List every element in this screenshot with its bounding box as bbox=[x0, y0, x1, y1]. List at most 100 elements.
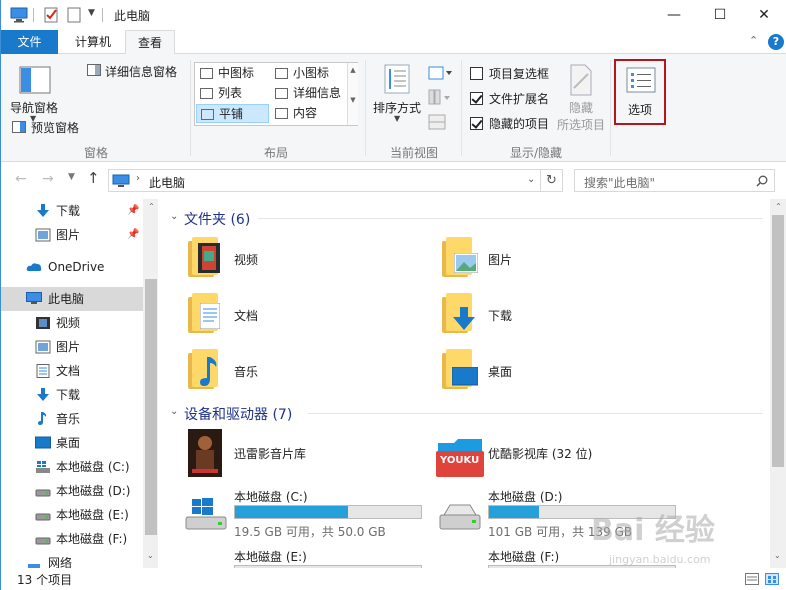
close-button[interactable]: ✕ bbox=[741, 0, 786, 30]
folder-icon bbox=[442, 293, 475, 333]
nav-item-label: 此电脑 bbox=[48, 292, 85, 306]
layout-medium-icons[interactable]: 中图标 bbox=[196, 64, 270, 83]
minimize-button[interactable]: — bbox=[651, 0, 697, 30]
baidu-jingyan-watermark: Bai 经验 jingyan.baidu.com bbox=[591, 505, 781, 575]
folders-section-header[interactable]: ⌄ 文件夹 (6) bbox=[170, 209, 250, 229]
nav-item-this-pc[interactable]: 此电脑 bbox=[1, 287, 143, 311]
properties-icon[interactable] bbox=[43, 6, 59, 24]
layout-gallery-scroll[interactable]: ▲ ▼ bbox=[347, 63, 358, 125]
group-by-icon[interactable] bbox=[428, 66, 454, 80]
nav-item-label: 下载 bbox=[56, 204, 81, 218]
group-label-layout: 布局 bbox=[263, 146, 288, 160]
nav-pane-scroll-thumb[interactable] bbox=[145, 279, 157, 535]
layout-tiles[interactable]: 平铺 bbox=[196, 104, 269, 123]
sort-by-icon[interactable] bbox=[382, 63, 412, 95]
video-film-icon bbox=[198, 243, 220, 273]
title-separator bbox=[102, 8, 103, 22]
item-checkboxes-checkbox[interactable] bbox=[470, 67, 483, 80]
address-bar[interactable]: › 此电脑 ⌄ bbox=[108, 169, 541, 192]
download-arrow-icon bbox=[37, 204, 49, 217]
nav-item-downloads[interactable]: 下载 bbox=[1, 383, 143, 407]
drive-name: 本地磁盘 (F:) bbox=[488, 550, 560, 564]
documents-icon bbox=[36, 364, 50, 378]
tab-view[interactable]: 查看 bbox=[125, 30, 175, 55]
nav-item-videos[interactable]: 视频 bbox=[1, 311, 143, 335]
breadcrumb-chevron-icon[interactable]: › bbox=[136, 173, 140, 184]
qat-separator bbox=[33, 8, 34, 22]
list-icon bbox=[200, 88, 213, 99]
nav-item-downloads-quick[interactable]: 下载 📌 bbox=[1, 199, 143, 223]
forward-icon[interactable]: → bbox=[42, 171, 54, 187]
nav-item-documents[interactable]: 文档 bbox=[1, 359, 143, 383]
group-separator bbox=[610, 60, 611, 156]
help-icon[interactable]: ? bbox=[768, 34, 784, 50]
folder-name: 下载 bbox=[488, 309, 513, 323]
tiles-icon bbox=[201, 109, 214, 120]
item-checkboxes-label: 项目复选框 bbox=[489, 67, 550, 81]
chevron-down-icon[interactable]: ⌄ bbox=[170, 211, 178, 222]
breadcrumb-this-pc[interactable]: 此电脑 bbox=[149, 174, 185, 191]
maximize-button[interactable]: ☐ bbox=[697, 0, 743, 30]
nav-item-onedrive[interactable]: OneDrive bbox=[1, 255, 143, 279]
pin-icon[interactable]: 📌 bbox=[127, 199, 139, 223]
search-box[interactable]: 搜索"此电脑" bbox=[574, 169, 775, 192]
layout-content[interactable]: 内容 bbox=[271, 104, 347, 123]
group-separator bbox=[461, 60, 462, 156]
nav-item-drive-d[interactable]: 本地磁盘 (D:) bbox=[1, 479, 143, 503]
medium-icons-icon bbox=[200, 68, 213, 79]
computer-icon[interactable] bbox=[10, 7, 28, 23]
hidden-items-checkbox[interactable] bbox=[470, 117, 483, 130]
drive-space-info: 19.5 GB 可用，共 50.0 GB bbox=[234, 525, 386, 539]
details-pane-button[interactable]: 详细信息窗格 bbox=[105, 63, 177, 80]
collapse-ribbon-icon[interactable]: ⌃ bbox=[749, 34, 758, 47]
refresh-icon: ↻ bbox=[546, 173, 557, 188]
qat-dropdown-icon[interactable]: ▼ bbox=[88, 8, 95, 18]
layout-list[interactable]: 列表 bbox=[196, 84, 270, 103]
layout-item-label: 小图标 bbox=[293, 66, 330, 80]
layout-item-label: 列表 bbox=[218, 86, 243, 100]
refresh-button[interactable]: ↻ bbox=[541, 169, 563, 192]
nav-item-label: 视频 bbox=[56, 316, 81, 330]
nav-item-pictures-quick[interactable]: 图片 📌 bbox=[1, 223, 143, 247]
drive-usage-fill bbox=[235, 506, 348, 518]
layout-small-icons[interactable]: 小图标 bbox=[271, 64, 347, 83]
preview-pane-button[interactable]: 预览窗格 bbox=[31, 119, 79, 136]
gallery-expand-icon[interactable]: ▼ bbox=[348, 96, 358, 104]
up-icon[interactable]: ↑ bbox=[87, 169, 100, 187]
tab-file[interactable]: 文件 bbox=[1, 30, 58, 54]
file-extensions-checkbox[interactable] bbox=[470, 92, 483, 105]
nav-item-label: 下载 bbox=[56, 388, 81, 402]
navigation-pane-icon[interactable] bbox=[19, 66, 51, 94]
options-button[interactable]: 选项 bbox=[614, 59, 666, 125]
nav-item-pictures[interactable]: 图片 bbox=[1, 335, 143, 359]
nav-item-label: 图片 bbox=[56, 228, 81, 242]
search-icon[interactable] bbox=[756, 175, 768, 187]
nav-item-music[interactable]: 音乐 bbox=[1, 407, 143, 431]
chevron-down-icon[interactable]: ⌄ bbox=[170, 406, 178, 417]
recent-locations-icon[interactable]: ▼ bbox=[68, 172, 75, 182]
folder-icon bbox=[442, 349, 478, 389]
devices-section-header[interactable]: ⌄ 设备和驱动器 (7) bbox=[170, 404, 292, 424]
tab-computer[interactable]: 计算机 bbox=[62, 30, 124, 54]
scroll-up-icon[interactable]: ▲ bbox=[348, 66, 358, 74]
hide-selected-icon[interactable] bbox=[568, 64, 594, 96]
new-folder-icon[interactable] bbox=[66, 6, 82, 24]
nav-item-drive-f[interactable]: 本地磁盘 (F:) bbox=[1, 527, 143, 551]
back-icon[interactable]: ← bbox=[15, 171, 27, 187]
nav-item-drive-e[interactable]: 本地磁盘 (E:) bbox=[1, 503, 143, 527]
address-dropdown-icon[interactable]: ⌄ bbox=[527, 174, 535, 185]
content-scroll-thumb[interactable] bbox=[772, 215, 784, 467]
scroll-up-icon[interactable]: ⌃ bbox=[770, 202, 786, 211]
scroll-down-icon[interactable]: ⌄ bbox=[147, 551, 154, 560]
folder-icon bbox=[442, 237, 478, 277]
hide-selected-label: 所选项目 bbox=[557, 118, 606, 132]
hidden-items-label: 隐藏的项目 bbox=[489, 117, 550, 131]
group-separator bbox=[190, 60, 191, 156]
nav-item-desktop[interactable]: 桌面 bbox=[1, 431, 143, 455]
nav-item-drive-c[interactable]: 本地磁盘 (C:) bbox=[1, 455, 143, 479]
hard-drive-icon bbox=[35, 537, 51, 545]
pin-icon[interactable]: 📌 bbox=[127, 223, 139, 247]
layout-details[interactable]: 详细信息 bbox=[271, 84, 347, 103]
add-columns-icon bbox=[428, 89, 450, 105]
sort-by-dropdown-icon[interactable]: ▼ bbox=[394, 114, 400, 123]
